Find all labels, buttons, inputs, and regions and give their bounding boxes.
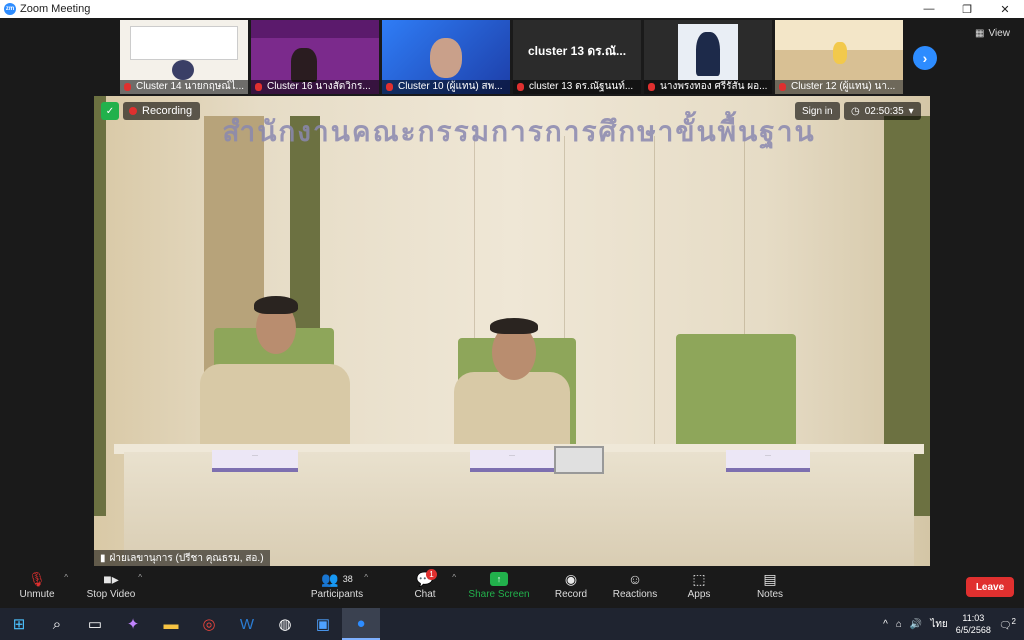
smiley-icon: ☺	[627, 571, 643, 587]
title-bar: zm Zoom Meeting — ❐ ✕	[0, 0, 1024, 18]
record-icon: ◉	[564, 570, 578, 587]
record-button[interactable]: ◉ Record	[536, 569, 606, 601]
encryption-shield-icon[interactable]: ✓	[101, 102, 119, 120]
chat-bubble-icon: 💬	[416, 570, 434, 587]
thumbnail-strip: Cluster 14 นายกฤษณ์ไ... Cluster 16 นางสั…	[120, 20, 903, 94]
maximize-button[interactable]: ❐	[948, 0, 986, 18]
volume-icon[interactable]: 🔊	[910, 619, 922, 630]
chevron-up-icon[interactable]: ^	[64, 573, 68, 582]
active-speaker-video: สำนักงานคณะกรรมการการศึกษาขั้นพื้นฐาน ··…	[94, 96, 930, 566]
meeting-timer[interactable]: ◷ 02:50:35 ▾	[844, 102, 921, 120]
participant-thumbnail[interactable]: Cluster 16 นางสัตวิกร...	[251, 20, 379, 94]
chat-badge: 1	[426, 569, 437, 580]
chevron-down-icon: ▾	[908, 105, 914, 117]
zoom-logo-icon: zm	[4, 3, 16, 15]
record-label: Record	[554, 589, 588, 600]
view-button[interactable]: ▦ View	[975, 28, 1010, 39]
participants-count: 38	[342, 574, 353, 584]
video-camera-icon: ■▸	[103, 570, 119, 587]
app-window-icon[interactable]: ▣	[304, 608, 342, 640]
thumbnail-label: Cluster 16 นางสัตวิกร...	[251, 80, 379, 94]
recording-dot-icon	[129, 107, 137, 115]
share-arrow-icon: ↑	[490, 572, 508, 586]
chrome-icon[interactable]: ◎	[190, 608, 228, 640]
timer-value: 02:50:35	[864, 105, 904, 117]
chat-label: Chat	[414, 589, 436, 600]
participant-thumbnail[interactable]: นางพรงทอง ศรีรัสัน ผอ...	[644, 20, 772, 94]
participant-thumbnail[interactable]: Cluster 12 (ผู้แทน) นา...	[775, 20, 903, 94]
speaker-name-label: ▮ ฝ่ายเลขานุการ (ปรีชา คุณธรม, สอ.)	[94, 550, 270, 566]
thumbnail-label: Cluster 10 (ผู้แทน) สพ...	[382, 80, 510, 94]
window-title: Zoom Meeting	[20, 3, 91, 15]
minimize-button[interactable]: —	[910, 0, 948, 18]
stop-video-button[interactable]: ■▸ Stop Video ^	[76, 569, 146, 601]
clock-icon: ◷	[851, 105, 860, 117]
share-screen-label: Share Screen	[468, 589, 530, 600]
search-icon[interactable]: ⌕	[38, 608, 76, 640]
chat-button[interactable]: 💬 1 Chat ^	[390, 569, 460, 600]
participants-label: Participants	[310, 589, 364, 600]
wall-signage: สำนักงานคณะกรรมการการศึกษาขั้นพื้นฐาน	[222, 115, 816, 148]
participant-thumbnail[interactable]: Cluster 14 นายกฤษณ์ไ...	[120, 20, 248, 94]
participants-button[interactable]: 👥 38 Participants ^	[302, 569, 372, 601]
thumbnail-name-text: cluster 13 ดร.ณั...	[527, 44, 627, 58]
word-icon[interactable]: W	[228, 608, 266, 640]
muted-mic-icon: 🎙	[28, 570, 46, 587]
sign-in-button[interactable]: Sign in	[795, 102, 840, 120]
close-button[interactable]: ✕	[986, 0, 1024, 18]
chevron-up-icon[interactable]: ^	[138, 573, 142, 582]
share-screen-button[interactable]: ↑ Share Screen	[464, 569, 534, 600]
windows-start-icon[interactable]: ⊞	[0, 608, 38, 640]
leave-button[interactable]: Leave	[966, 577, 1014, 597]
recording-indicator[interactable]: Recording	[123, 102, 201, 120]
file-explorer-icon[interactable]: ▬	[152, 608, 190, 640]
recording-label: Recording	[142, 105, 193, 117]
reactions-label: Reactions	[612, 589, 658, 600]
notification-icon[interactable]: 🗨2	[999, 617, 1016, 631]
zoom-taskbar-icon[interactable]: ●	[342, 608, 380, 640]
notes-icon: ▤	[763, 570, 777, 587]
stop-video-label: Stop Video	[86, 589, 136, 600]
notes-button[interactable]: ▤ Notes	[735, 569, 805, 601]
thumbnail-label: Cluster 12 (ผู้แทน) นา...	[775, 80, 903, 94]
grid-icon: ▦	[975, 28, 985, 39]
chevron-up-icon[interactable]: ^	[452, 573, 456, 582]
meeting-toolbar: 🎙 Unmute ^ ■▸ Stop Video ^ 👥 38 Participa…	[0, 566, 1024, 608]
signal-icon: ▮	[100, 552, 106, 564]
network-icon[interactable]: ⌂	[896, 619, 902, 630]
chevron-up-icon[interactable]: ^	[364, 573, 368, 582]
clock-date: 6/5/2568	[955, 625, 991, 635]
participant-thumbnail[interactable]: cluster 13 ดร.ณั... cluster 13 ดร.ณัฐนนท…	[513, 20, 641, 94]
reactions-button[interactable]: ☺ Reactions	[600, 569, 670, 600]
people-icon: 👥	[321, 570, 339, 587]
chevron-up-icon[interactable]: ^	[883, 619, 888, 630]
apps-label: Apps	[687, 589, 711, 600]
apps-icon: ⬚	[692, 570, 706, 587]
copilot-icon[interactable]: ✦	[114, 608, 152, 640]
language-indicator[interactable]: ไทย	[930, 617, 947, 632]
participant-thumbnail[interactable]: Cluster 10 (ผู้แทน) สพ...	[382, 20, 510, 94]
thumbnail-label: นางพรงทอง ศรีรัสัน ผอ...	[644, 80, 772, 94]
notes-label: Notes	[756, 589, 784, 600]
clock[interactable]: 11:03 6/5/2568	[956, 612, 991, 636]
task-view-icon[interactable]: ▭	[76, 608, 114, 640]
apps-button[interactable]: ⬚ Apps	[664, 569, 734, 601]
notification-count: 2	[1011, 616, 1016, 626]
unmute-button[interactable]: 🎙 Unmute ^	[2, 569, 72, 601]
next-page-button[interactable]: ›	[913, 46, 937, 70]
thumbnail-label: Cluster 14 นายกฤษณ์ไ...	[120, 80, 248, 94]
clock-time: 11:03	[962, 613, 985, 623]
thumbnail-label: cluster 13 ดร.ณัฐนนท์...	[513, 80, 641, 94]
system-tray: ^ ⌂ 🔊 ไทย 11:03 6/5/2568 🗨2	[883, 608, 1024, 640]
meeting-stage: Cluster 14 นายกฤษณ์ไ... Cluster 16 นางสั…	[0, 18, 1024, 566]
app-icon[interactable]: ◍	[266, 608, 304, 640]
speaker-name: ฝ่ายเลขานุการ (ปรีชา คุณธรม, สอ.)	[109, 552, 264, 564]
view-label: View	[988, 28, 1010, 39]
unmute-label: Unmute	[19, 589, 55, 600]
windows-taskbar: ⊞ ⌕ ▭ ✦ ▬ ◎ W ◍ ▣ ● ^ ⌂ 🔊 ไทย 11:03 6/5/…	[0, 608, 1024, 640]
